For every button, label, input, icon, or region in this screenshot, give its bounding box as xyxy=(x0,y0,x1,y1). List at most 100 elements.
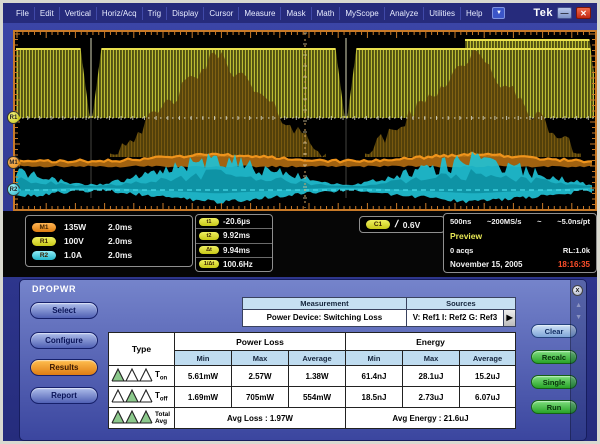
total-row: TotalAvg Avg Loss : 1.97W Avg Energy : 2… xyxy=(109,408,516,429)
math1-scale: 135W xyxy=(64,222,100,232)
delta-t-value: 9.94ms xyxy=(223,246,250,255)
toff-pl-max: 705mW xyxy=(232,387,289,408)
report-button[interactable]: Report xyxy=(30,387,98,404)
menu-mask[interactable]: Mask xyxy=(281,7,311,20)
ref1-badge: R1 xyxy=(32,237,56,246)
ref1-scale: 100V xyxy=(64,236,100,246)
sources-value: V: Ref1 I: Ref2 G: Ref3 xyxy=(407,310,503,326)
trigger-source-badge: C1 xyxy=(366,220,390,229)
ref2-timebase: 2.0ms xyxy=(108,250,132,260)
acquisition-readout-box: 500ns ~200MS/s ~ ~5.0ns/pt Preview 0 acq… xyxy=(443,213,597,273)
menu-utilities[interactable]: Utilities xyxy=(424,7,461,20)
preview-status: Preview xyxy=(450,231,482,241)
menu-horiz-acq[interactable]: Horiz/Acq xyxy=(97,7,143,20)
menu-cursor[interactable]: Cursor xyxy=(204,7,239,20)
pl-max-header: Max xyxy=(232,351,289,366)
toff-en-avg: 6.07uJ xyxy=(460,387,516,408)
sources-column-header: Sources xyxy=(407,298,515,309)
measurement-next-arrow[interactable]: ▶ xyxy=(503,310,515,326)
trigger-readout-box: C1 / 0.6V xyxy=(359,216,445,233)
ton-en-avg: 15.2uJ xyxy=(460,366,516,387)
pl-avg-header: Average xyxy=(289,351,346,366)
configure-button[interactable]: Configure xyxy=(30,332,98,349)
close-button[interactable]: ✕ xyxy=(576,7,591,19)
ref1-timebase: 2.0ms xyxy=(108,236,132,246)
total-waveform-icon xyxy=(111,408,153,428)
separator: ~ xyxy=(537,217,541,226)
panel-close-icon[interactable]: x xyxy=(572,285,583,296)
ton-pl-max: 2.57W xyxy=(232,366,289,387)
trigger-level: 0.6V xyxy=(403,220,421,230)
menu-vertical[interactable]: Vertical xyxy=(60,7,97,20)
scroll-up-icon[interactable]: ▲ xyxy=(575,302,582,309)
results-button[interactable]: Results xyxy=(30,359,98,376)
energy-header: Energy xyxy=(346,333,516,351)
minimize-button[interactable]: — xyxy=(557,7,572,19)
en-avg-header: Average xyxy=(460,351,516,366)
measurement-header-table: Measurement Sources Power Device: Switch… xyxy=(242,297,516,327)
menu-help[interactable]: Help xyxy=(461,7,487,20)
en-max-header: Max xyxy=(403,351,460,366)
type-header: Type xyxy=(109,333,175,366)
panel-title: DPOPWR xyxy=(32,284,76,294)
ton-en-max: 28.1uJ xyxy=(403,366,460,387)
delta-t-readout: Δt 9.94ms xyxy=(196,244,272,258)
freq-value: 100.6Hz xyxy=(223,260,253,269)
scroll-down-icon[interactable]: ▼ xyxy=(575,314,582,321)
toff-pl-avg: 554mW xyxy=(289,387,346,408)
delta-t-badge: Δt xyxy=(199,246,219,254)
channel-readout-box: M1 135W 2.0ms R1 100V 2.0ms R2 1.0A 2.0m… xyxy=(25,215,193,267)
menu-math[interactable]: Math xyxy=(312,7,341,20)
menu-dropdown-icon[interactable]: ▼ xyxy=(492,7,505,19)
menu-myscope[interactable]: MyScope xyxy=(340,7,384,20)
measurement-column-header: Measurement xyxy=(243,298,407,309)
dpopwr-panel: DPOPWR Select Configure Results Report M… xyxy=(19,279,587,441)
menu-file[interactable]: File xyxy=(11,7,35,20)
t1-value: -20.6µs xyxy=(223,217,250,226)
math1-readout: M1 135W 2.0ms xyxy=(32,222,186,232)
menu-measure[interactable]: Measure xyxy=(239,7,281,20)
panel-scroll-strip: x ▲ ▼ xyxy=(570,280,586,440)
menu-trig[interactable]: Trig xyxy=(143,7,167,20)
sample-rate: ~200MS/s xyxy=(487,217,521,226)
readout-strip: M1 135W 2.0ms R1 100V 2.0ms R2 1.0A 2.0m… xyxy=(3,211,597,277)
waveform-display xyxy=(13,30,597,211)
ton-pl-avg: 1.38W xyxy=(289,366,346,387)
math1-badge: M1 xyxy=(32,223,56,232)
ton-waveform-icon xyxy=(111,366,153,386)
horizontal-readout: 500ns ~200MS/s ~ ~5.0ns/pt xyxy=(450,217,590,226)
ref2-badge: R2 xyxy=(32,251,56,260)
tek-logo: Tek xyxy=(533,7,553,19)
toff-waveform-icon xyxy=(111,387,153,407)
toff-en-min: 18.5nJ xyxy=(346,387,403,408)
menu-bar: File Edit Vertical Horiz/Acq Trig Displa… xyxy=(3,3,597,23)
results-table: Type Power Loss Energy Min Max Average M… xyxy=(108,332,516,429)
toff-en-max: 2.73uJ xyxy=(403,387,460,408)
resolution: ~5.0ns/pt xyxy=(557,217,590,226)
time-display: 18:16:35 xyxy=(558,260,590,269)
ref1-position-marker[interactable]: R1 xyxy=(7,111,20,124)
t2-badge: t2 xyxy=(199,232,219,240)
acquisition-count: 0 acqs xyxy=(450,246,473,255)
select-button[interactable]: Select xyxy=(30,302,98,319)
date-display: November 15, 2005 xyxy=(450,260,523,269)
avg-loss-total: Avg Loss : 1.97W xyxy=(175,408,346,429)
trigger-slope-icon: / xyxy=(394,219,400,230)
ton-pl-min: 5.61mW xyxy=(175,366,232,387)
menu-display[interactable]: Display xyxy=(167,7,204,20)
math1-position-marker[interactable]: M1 xyxy=(7,156,20,169)
ref2-position-marker[interactable]: R2 xyxy=(7,183,20,196)
ton-en-min: 61.4nJ xyxy=(346,366,403,387)
ton-row: Ton 5.61mW 2.57W 1.38W 61.4nJ 28.1uJ 15.… xyxy=(109,366,516,387)
freq-readout: 1/Δt 100.6Hz xyxy=(196,258,272,271)
avg-energy-total: Avg Energy : 21.6uJ xyxy=(346,408,516,429)
toff-row: Toff 1.69mW 705mW 554mW 18.5nJ 2.73uJ 6.… xyxy=(109,387,516,408)
horizontal-scale: 500ns xyxy=(450,217,471,226)
t2-readout: t2 9.92ms xyxy=(196,229,272,243)
menu-analyze[interactable]: Analyze xyxy=(385,7,424,20)
t2-value: 9.92ms xyxy=(223,231,250,240)
menu-edit[interactable]: Edit xyxy=(35,7,60,20)
timing-readout-box: t1 -20.6µs t2 9.92ms Δt 9.94ms 1/Δt 100.… xyxy=(195,214,273,272)
measurement-value: Power Device: Switching Loss xyxy=(243,310,407,326)
en-min-header: Min xyxy=(346,351,403,366)
